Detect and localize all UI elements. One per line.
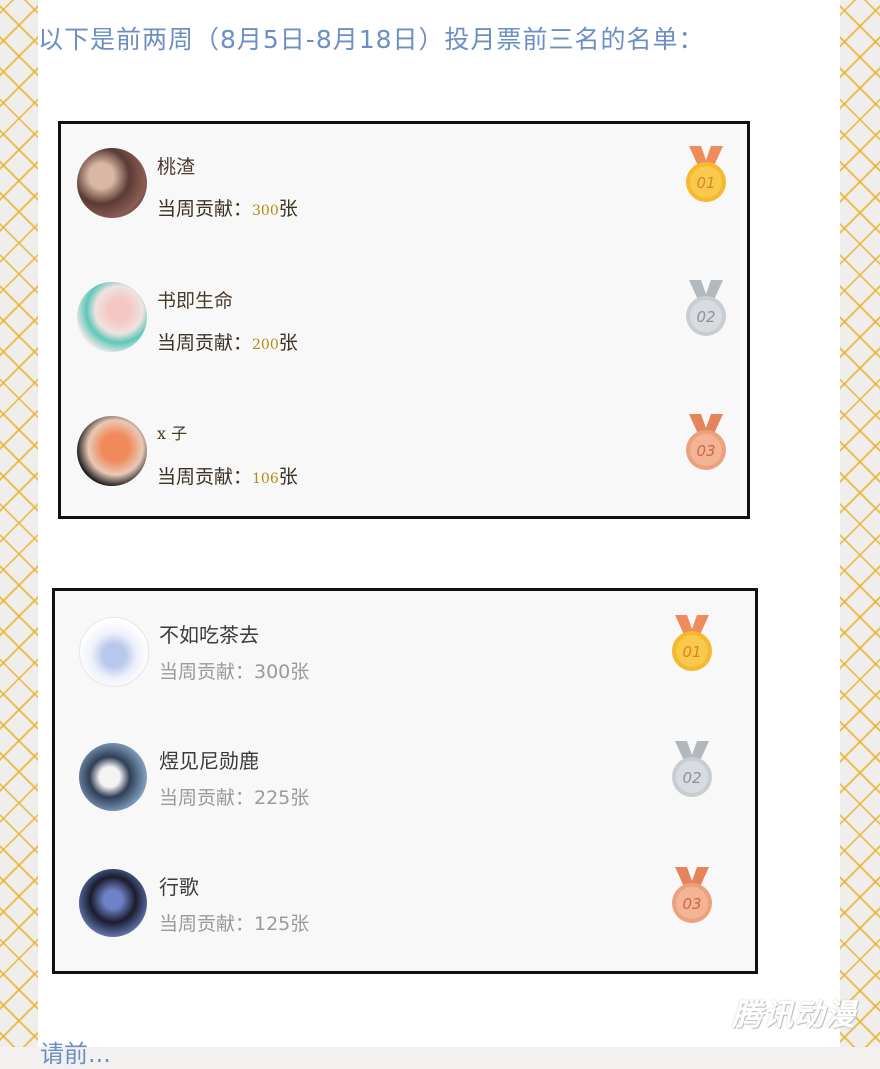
svg-text:03: 03 — [696, 442, 715, 460]
silver-medal-icon: 02 — [672, 741, 712, 797]
watermark-logo: 腾讯动漫 — [732, 998, 856, 1033]
decorative-border-right — [840, 0, 880, 1047]
page-heading: 以下是前两周（8月5日-8月18日）投月票前三名的名单： — [38, 25, 705, 54]
user-name[interactable]: 行歌 — [159, 871, 199, 900]
gold-medal-icon: 01 — [686, 146, 726, 202]
avatar[interactable] — [79, 617, 149, 687]
user-name[interactable]: 书即生命 — [157, 286, 233, 313]
footer-text: 请前... — [40, 1040, 111, 1068]
ranking-list-handwritten: 桃渣 当周贡献：300张 01 书即生命 当周贡献：200张 02 x 子 当周… — [58, 121, 750, 519]
contribution: 当周贡献：300张 — [157, 198, 298, 220]
avatar[interactable] — [79, 869, 147, 937]
contribution: 当周贡献：225张 — [159, 787, 310, 809]
user-name[interactable]: 不如吃茶去 — [159, 619, 259, 648]
ranking-row[interactable]: 书即生命 当周贡献：200张 02 — [61, 278, 747, 378]
avatar[interactable] — [77, 282, 147, 352]
contribution: 当周贡献：300张 — [159, 661, 310, 683]
ranking-list: 不如吃茶去 当周贡献：300张 01 煜见尼勋鹿 当周贡献：225张 02 行歌… — [52, 588, 758, 974]
contribution: 当周贡献：106张 — [157, 466, 298, 488]
ranking-row[interactable]: 桃渣 当周贡献：300张 01 — [61, 144, 747, 244]
ranking-row[interactable]: 煜见尼勋鹿 当周贡献：225张 02 — [55, 739, 755, 839]
avatar[interactable] — [77, 148, 147, 218]
ranking-row[interactable]: x 子 当周贡献：106张 03 — [61, 412, 747, 512]
svg-text:01: 01 — [696, 174, 715, 192]
avatar[interactable] — [77, 416, 147, 486]
gold-medal-icon: 01 — [672, 615, 712, 671]
ranking-row[interactable]: 不如吃茶去 当周贡献：300张 01 — [55, 613, 755, 713]
bronze-medal-icon: 03 — [672, 867, 712, 923]
user-name[interactable]: x 子 — [157, 420, 187, 444]
bronze-medal-icon: 03 — [686, 414, 726, 470]
svg-text:03: 03 — [682, 895, 701, 913]
ranking-row[interactable]: 行歌 当周贡献：125张 03 — [55, 865, 755, 965]
user-name[interactable]: 桃渣 — [157, 152, 195, 179]
silver-medal-icon: 02 — [686, 280, 726, 336]
svg-text:01: 01 — [682, 643, 701, 661]
decorative-border-left — [0, 0, 38, 1047]
avatar[interactable] — [79, 743, 147, 811]
contribution: 当周贡献：125张 — [159, 913, 310, 935]
svg-text:02: 02 — [682, 769, 701, 787]
svg-text:02: 02 — [696, 308, 715, 326]
user-name[interactable]: 煜见尼勋鹿 — [159, 745, 259, 774]
contribution: 当周贡献：200张 — [157, 332, 298, 354]
